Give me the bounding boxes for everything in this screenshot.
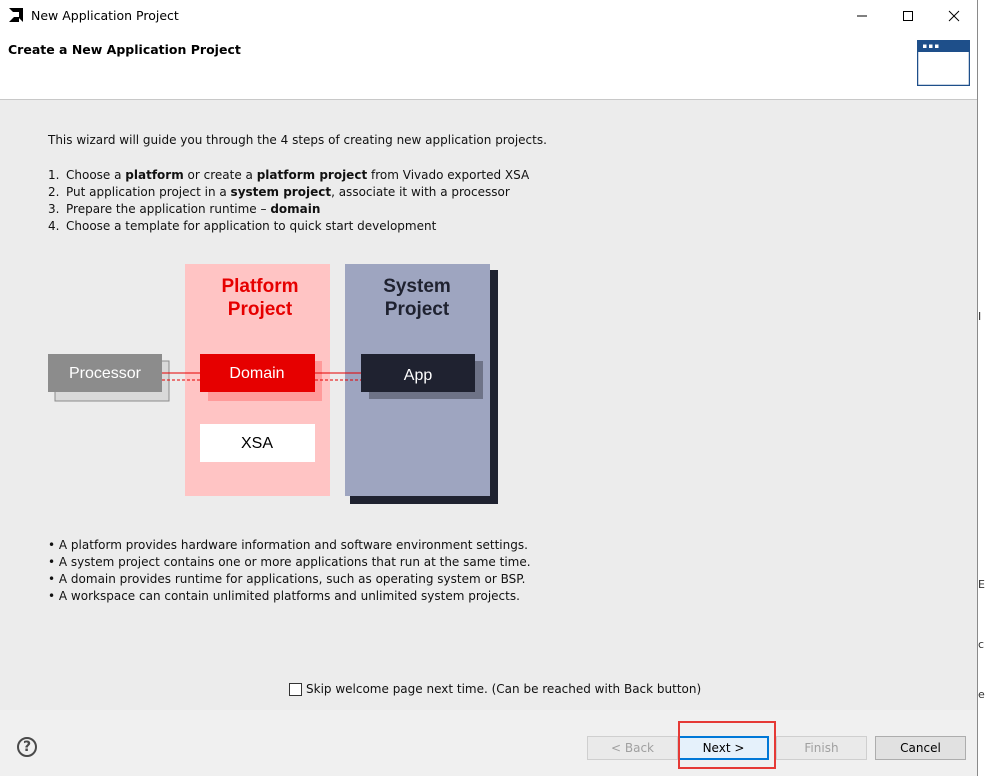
help-icon[interactable]: ? [17,737,37,757]
step-keyword: system project [230,185,332,199]
step-item: 4. Choose a template for application to q… [48,218,529,235]
step-text: Put application project in a [66,185,231,199]
background-text-fragment: I [978,310,982,323]
close-button[interactable] [931,0,977,31]
step-text: Prepare the application runtime – [66,202,271,216]
maximize-icon [903,10,913,21]
info-bullets: • A platform provides hardware informati… [48,537,531,605]
step-text: , associate it with a processor [331,185,510,199]
bullet-dot: • [48,555,59,569]
title-bar: New Application Project [0,0,977,31]
step-number: 4. [48,219,60,233]
window-title: New Application Project [31,8,179,23]
info-bullet-item: • A platform provides hardware informati… [48,537,531,554]
minimize-icon [857,15,867,16]
domain-label: Domain [229,365,284,382]
step-keyword: domain [270,202,321,216]
step-item: 2. Put application project in a system pr… [48,184,529,201]
bullet-dot: • [48,572,59,586]
info-bullet-item: • A domain provides runtime for applicat… [48,571,531,588]
step-text: Choose a template for application to qui… [66,219,437,233]
wizard-header: Create a New Application Project [0,31,977,100]
step-text: or create a [183,168,257,182]
skip-welcome-label: Skip welcome page next time. (Can be rea… [306,682,702,696]
project-diagram: Platform Project System Project Processo… [48,264,498,504]
steps-list: 1. Choose a platform or create a platform… [48,167,529,235]
finish-button[interactable]: Finish [776,736,867,760]
background-window-strip [978,0,985,776]
info-bullet-item: • A workspace can contain unlimited plat… [48,588,531,605]
intro-text: This wizard will guide you through the 4… [48,133,547,147]
platform-title-line2: Project [228,299,293,320]
info-bullet-item: • A system project contains one or more … [48,554,531,571]
step-number: 1. [48,168,60,182]
maximize-button[interactable] [885,0,931,31]
wizard-banner-icon [917,40,970,86]
app-label: App [404,367,433,384]
close-icon [948,10,960,21]
bullet-text: A workspace can contain unlimited platfo… [58,589,520,603]
step-text: from Vivado exported XSA [367,168,530,182]
skip-welcome-option[interactable]: Skip welcome page next time. (Can be rea… [289,682,701,696]
background-text-fragment: E [978,578,985,591]
bullet-dot: • [48,538,59,552]
bullet-text: A platform provides hardware information… [58,538,528,552]
step-item: 3. Prepare the application runtime – doma… [48,201,529,218]
background-text-fragment: e [978,688,985,701]
step-text: Choose a [66,168,126,182]
system-title-line1: System [383,276,451,297]
minimize-button[interactable] [839,0,885,31]
bullet-dot: • [48,589,59,603]
dialog-window: New Application Project Create a New App… [0,0,978,776]
system-title-line2: Project [385,299,450,320]
bullet-text: A system project contains one or more ap… [58,555,531,569]
step-number: 2. [48,185,60,199]
platform-title-line1: Platform [221,276,298,297]
bullet-text: A domain provides runtime for applicatio… [58,572,526,586]
step-keyword: platform project [256,168,368,182]
step-keyword: platform [125,168,184,182]
cancel-button[interactable]: Cancel [875,736,966,760]
amd-logo-icon [9,8,23,22]
back-button[interactable]: < Back [587,736,678,760]
step-item: 1. Choose a platform or create a platform… [48,167,529,184]
processor-label: Processor [69,365,142,382]
page-title: Create a New Application Project [8,42,241,57]
xsa-label: XSA [241,435,273,452]
background-text-fragment: c [978,638,985,651]
next-button-highlight [678,721,776,769]
skip-welcome-checkbox[interactable] [289,682,302,696]
step-number: 3. [48,202,60,216]
